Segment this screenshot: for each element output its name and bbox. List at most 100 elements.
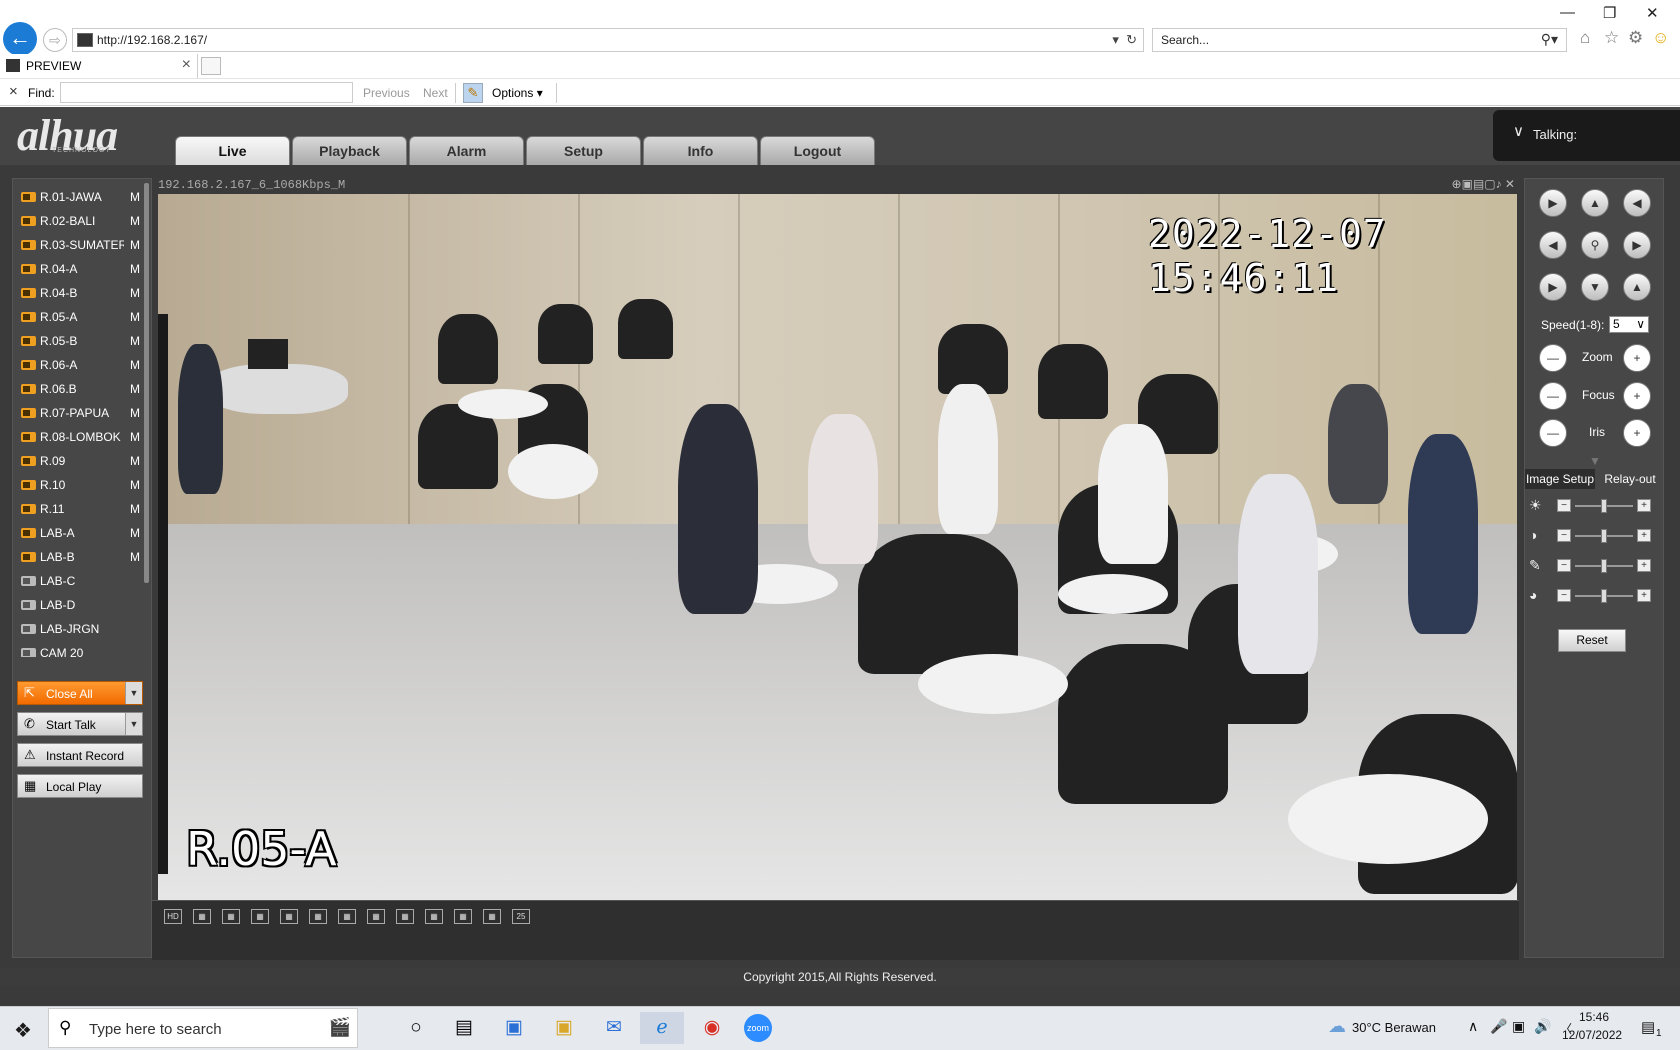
camera-stream-flag[interactable]: M xyxy=(130,526,140,540)
task-view-icon[interactable]: ▤ xyxy=(448,1012,480,1044)
nav-tab-info[interactable]: Info xyxy=(643,136,758,165)
layout-button[interactable]: ▦ xyxy=(280,909,298,924)
talking-panel[interactable]: ∨ Talking: xyxy=(1493,110,1680,161)
camera-list-item[interactable]: R.05-A M xyxy=(19,305,143,329)
forward-button[interactable]: ⇨ xyxy=(43,28,67,52)
find-options-button[interactable]: Options ▾ xyxy=(492,86,543,100)
refresh-icon[interactable]: ▾ ↻ xyxy=(1112,32,1137,48)
slider-handle[interactable] xyxy=(1601,559,1607,573)
close-all-button[interactable]: ⇱ Close All ▼ xyxy=(17,681,143,705)
feedback-smiley-icon[interactable]: ☺ xyxy=(1652,28,1669,48)
camera-stream-flag[interactable]: M xyxy=(130,214,140,228)
highlight-pen-icon[interactable]: ✎ xyxy=(463,83,483,103)
slider-increase-button[interactable]: + xyxy=(1637,529,1651,542)
camera-stream-flag[interactable]: M xyxy=(130,238,140,252)
layout-button[interactable]: ▦ xyxy=(483,909,501,924)
layout-button[interactable]: ▦ xyxy=(454,909,472,924)
ptz-down-right-button[interactable]: ▲ xyxy=(1623,273,1651,301)
slider-handle[interactable] xyxy=(1601,589,1607,603)
chevron-up-icon[interactable]: ∧ xyxy=(1468,1018,1478,1035)
slider-decrease-button[interactable]: − xyxy=(1557,559,1571,572)
camera-list-item[interactable]: R.11 M xyxy=(19,497,143,521)
slider-decrease-button[interactable]: − xyxy=(1557,529,1571,542)
layout-button[interactable]: ▦ xyxy=(396,909,414,924)
settings-gear-icon[interactable]: ⚙ xyxy=(1628,28,1643,48)
layout-button[interactable]: ▦ xyxy=(367,909,385,924)
ptz-down-left-button[interactable]: ▶ xyxy=(1539,273,1567,301)
camera-list-item[interactable]: LAB-A M xyxy=(19,521,143,545)
start-talk-button[interactable]: ✆ Start Talk ▼ xyxy=(17,712,143,736)
slider-handle[interactable] xyxy=(1601,529,1607,543)
nav-tab-playback[interactable]: Playback xyxy=(292,136,407,165)
layout-button[interactable]: ▦ xyxy=(309,909,327,924)
camera-list-item[interactable]: LAB-C xyxy=(19,569,143,593)
store-icon[interactable]: ▣ xyxy=(498,1012,530,1044)
camera-stream-flag[interactable]: M xyxy=(130,286,140,300)
camera-list-item[interactable]: R.06-A M xyxy=(19,353,143,377)
ptz-up-button[interactable]: ▲ xyxy=(1581,189,1609,217)
camera-list-item[interactable]: R.01-JAWA M xyxy=(19,185,143,209)
chrome-icon[interactable]: ◉ xyxy=(696,1012,728,1044)
camera-stream-flag[interactable]: M xyxy=(130,430,140,444)
layout-button[interactable]: HD xyxy=(164,909,182,924)
nav-tab-setup[interactable]: Setup xyxy=(526,136,641,165)
camera-list-item[interactable]: R.07-PAPUA M xyxy=(19,401,143,425)
nav-tab-alarm[interactable]: Alarm xyxy=(409,136,524,165)
browser-tab-preview[interactable]: PREVIEW × xyxy=(0,54,198,78)
layout-button[interactable]: ▦ xyxy=(251,909,269,924)
local-play-button[interactable]: ▦ Local Play xyxy=(17,774,143,798)
tab-close-icon[interactable]: × xyxy=(182,56,191,74)
layout-button[interactable]: ▦ xyxy=(193,909,211,924)
camera-stream-flag[interactable]: M xyxy=(130,334,140,348)
slider-increase-button[interactable]: + xyxy=(1637,589,1651,602)
start-talk-dropdown-icon[interactable]: ▼ xyxy=(125,713,142,735)
browser-search-box[interactable]: Search... ⚲▾ xyxy=(1152,28,1567,52)
mail-icon[interactable]: ✉ xyxy=(598,1012,630,1044)
clock-time[interactable]: 15:46 xyxy=(1579,1010,1609,1024)
ptz-center-zoom-icon[interactable]: ⚲ xyxy=(1581,231,1609,259)
camera-stream-flag[interactable]: M xyxy=(130,310,140,324)
focus-plus-button[interactable]: + xyxy=(1623,382,1651,410)
find-next-button[interactable]: Next xyxy=(423,86,448,100)
camera-list-item[interactable]: LAB-JRGN xyxy=(19,617,143,641)
iris-plus-button[interactable]: + xyxy=(1623,419,1651,447)
camera-list-item[interactable]: LAB-D xyxy=(19,593,143,617)
camera-list-item[interactable]: R.06.B M xyxy=(19,377,143,401)
volume-icon[interactable]: 🔊 xyxy=(1534,1018,1551,1035)
camera-stream-flag[interactable]: M xyxy=(130,262,140,276)
minimize-icon[interactable]: — xyxy=(1560,4,1575,21)
nav-tab-logout[interactable]: Logout xyxy=(760,136,875,165)
video-toolbar-icons[interactable]: ⊕▣▤▢♪ ✕ xyxy=(1452,177,1515,191)
tab-relay-out[interactable]: Relay-out xyxy=(1598,469,1662,489)
cortana-icon[interactable]: ○ xyxy=(400,1012,432,1044)
internet-explorer-icon[interactable]: ℯ xyxy=(640,1012,684,1044)
camera-list-item[interactable]: R.10 M xyxy=(19,473,143,497)
camera-stream-flag[interactable]: M xyxy=(130,406,140,420)
camera-stream-flag[interactable]: M xyxy=(130,478,140,492)
find-input[interactable] xyxy=(60,82,353,103)
camera-list-item[interactable]: R.04-B M xyxy=(19,281,143,305)
zoom-in-button[interactable]: + xyxy=(1623,344,1651,372)
camera-list-item[interactable]: CAM 20 xyxy=(19,641,143,657)
speed-select[interactable]: 5 ∨ xyxy=(1609,316,1649,333)
find-previous-button[interactable]: Previous xyxy=(363,86,410,100)
camera-list-item[interactable]: R.04-A M xyxy=(19,257,143,281)
home-icon[interactable]: ⌂ xyxy=(1580,28,1590,48)
ptz-up-left-button[interactable]: ▶ xyxy=(1539,189,1567,217)
new-tab-button[interactable] xyxy=(201,57,221,75)
camera-stream-flag[interactable]: M xyxy=(130,382,140,396)
back-button[interactable]: ← xyxy=(3,22,37,56)
camera-stream-flag[interactable]: M xyxy=(130,502,140,516)
ptz-left-button[interactable]: ◀ xyxy=(1539,231,1567,259)
restore-icon[interactable]: ❐ xyxy=(1603,4,1616,22)
camera-stream-flag[interactable]: M xyxy=(130,454,140,468)
camera-list-scrollbar[interactable] xyxy=(144,183,149,583)
zoom-out-button[interactable]: — xyxy=(1539,344,1567,372)
close-window-icon[interactable]: ✕ xyxy=(1646,4,1659,22)
camera-list-item[interactable]: R.09 M xyxy=(19,449,143,473)
focus-minus-button[interactable]: — xyxy=(1539,382,1567,410)
zoom-app-icon[interactable]: zoom xyxy=(744,1014,772,1042)
favorites-star-icon[interactable]: ☆ xyxy=(1604,28,1619,48)
windows-start-icon[interactable]: ❖ xyxy=(14,1018,32,1043)
camera-list-item[interactable]: R.02-BALI M xyxy=(19,209,143,233)
